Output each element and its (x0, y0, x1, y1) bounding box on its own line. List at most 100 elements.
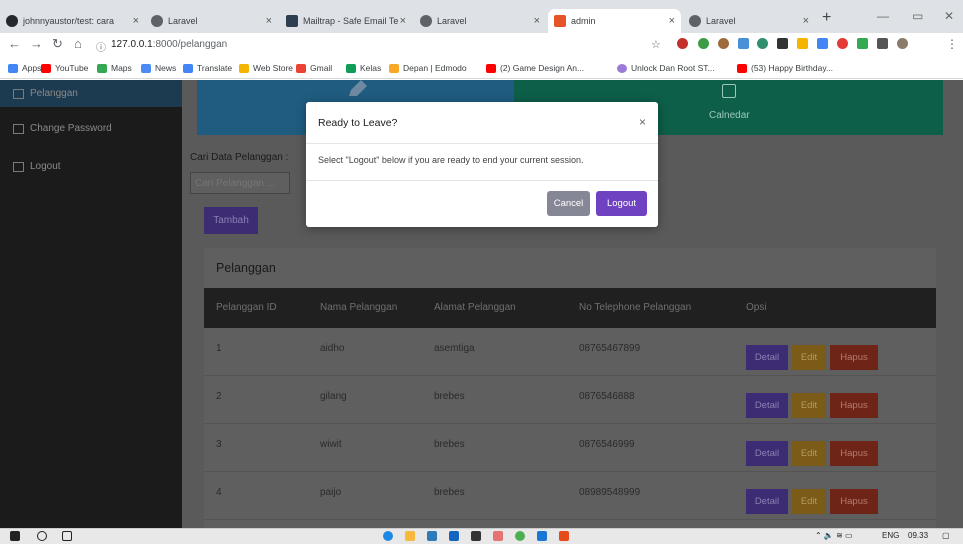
sidebar-item-pelanggan[interactable]: Pelanggan (13, 88, 78, 99)
tab-github[interactable]: johnnyaustor/test: cara × (0, 9, 145, 33)
file-explorer-icon[interactable] (405, 531, 415, 541)
detail-button[interactable]: Detail (746, 393, 788, 418)
youtube-icon (737, 63, 747, 73)
divider (306, 180, 658, 181)
lock-app-icon[interactable] (471, 531, 481, 541)
cell-id: 4 (216, 487, 222, 498)
close-icon[interactable]: × (639, 115, 646, 129)
cell-id: 2 (216, 391, 222, 402)
extension-icon[interactable] (718, 38, 729, 49)
close-icon[interactable]: × (669, 15, 675, 27)
edge-icon[interactable] (383, 531, 393, 541)
delete-button[interactable]: Hapus (830, 345, 878, 370)
delete-button[interactable]: Hapus (830, 489, 878, 514)
sidebar-item-change-password[interactable]: Change Password (13, 123, 112, 134)
tab-laravel-3[interactable]: Laravel × (683, 9, 815, 33)
delete-button[interactable]: Hapus (830, 441, 878, 466)
tab-admin[interactable]: admin × (548, 9, 681, 33)
close-icon[interactable]: × (266, 15, 272, 27)
bookmark-unlock-root[interactable]: Unlock Dan Root ST... (617, 63, 715, 73)
url-host: 127.0.0.1 (111, 39, 153, 50)
detail-button[interactable]: Detail (746, 345, 788, 370)
extension-icon[interactable] (738, 38, 749, 49)
back-icon[interactable]: ← (8, 36, 21, 51)
app-icon[interactable] (449, 531, 459, 541)
logout-button[interactable]: Logout (596, 191, 647, 216)
input-language[interactable]: ENG (882, 531, 899, 540)
store-icon[interactable] (427, 531, 437, 541)
edit-button[interactable]: Edit (792, 489, 826, 514)
panel-title: Pelanggan (216, 261, 276, 275)
edit-button[interactable]: Edit (792, 393, 826, 418)
extension-icon[interactable] (797, 38, 808, 49)
forward-icon[interactable]: → (30, 36, 43, 51)
home-icon[interactable]: ⌂ (74, 36, 82, 51)
bookmark-news[interactable]: News (141, 63, 176, 73)
profile-avatar[interactable] (897, 38, 908, 49)
extension-icon[interactable] (777, 38, 788, 49)
app-icon[interactable] (493, 531, 503, 541)
extension-icon[interactable] (817, 38, 828, 49)
tray-icons[interactable]: ⌃ 🔈 ≋ ▭ (815, 531, 853, 540)
vscode-icon[interactable] (537, 531, 547, 541)
sidebar-item-logout[interactable]: Logout (13, 161, 61, 172)
globe-icon (151, 15, 163, 27)
url-field[interactable]: 127.0.0.1:8000/pelanggan (111, 39, 227, 50)
close-icon[interactable]: × (803, 15, 809, 27)
delete-button[interactable]: Hapus (830, 393, 878, 418)
cell-alamat: brebes (434, 439, 465, 450)
bookmark-kelas[interactable]: Kelas (346, 63, 381, 73)
bookmark-happy-birthday[interactable]: (53) Happy Birthday... (737, 63, 833, 73)
bookmark-gmail[interactable]: Gmail (296, 63, 332, 73)
search-icon[interactable] (37, 531, 47, 541)
app-icon[interactable] (559, 531, 569, 541)
tab-laravel-2[interactable]: Laravel × (414, 9, 546, 33)
bookmark-game-design[interactable]: (2) Game Design An... (486, 63, 584, 73)
bookmark-web-store[interactable]: Web Store (239, 63, 293, 73)
bookmark-maps[interactable]: Maps (97, 63, 132, 73)
kebab-menu-icon[interactable]: ⋮ (946, 37, 958, 51)
detail-button[interactable]: Detail (746, 489, 788, 514)
bookmark-edmodo[interactable]: Depan | Edmodo (389, 63, 467, 73)
task-view-icon[interactable] (62, 531, 72, 541)
bookmark-youtube[interactable]: YouTube (41, 63, 88, 73)
tab-laravel-1[interactable]: Laravel × (145, 9, 278, 33)
bookmark-translate[interactable]: Translate (183, 63, 232, 73)
chrome-icon[interactable] (515, 531, 525, 541)
edit-button[interactable]: Edit (792, 345, 826, 370)
clock[interactable]: 09.33 (908, 531, 928, 540)
extension-icon[interactable] (837, 38, 848, 49)
edmodo-icon (389, 63, 399, 73)
bookmark-label: Web Store (253, 63, 294, 73)
cell-telp: 08989548999 (579, 487, 641, 498)
reload-icon[interactable]: ↻ (52, 36, 63, 52)
close-icon[interactable]: × (133, 15, 139, 27)
extension-icon[interactable] (757, 38, 768, 49)
minimize-icon[interactable]: — (877, 9, 889, 23)
ublock-icon[interactable] (677, 38, 688, 49)
close-icon[interactable]: × (534, 15, 540, 27)
table-icon (13, 161, 24, 172)
cell-telp: 0876546888 (579, 391, 635, 402)
tab-title: admin (571, 16, 596, 26)
youtube-icon (486, 63, 496, 73)
bookmark-apps[interactable]: Apps (8, 63, 41, 73)
cell-telp: 08765467899 (579, 343, 641, 354)
detail-button[interactable]: Detail (746, 441, 788, 466)
window-close-icon[interactable]: ✕ (944, 9, 954, 23)
cancel-button[interactable]: Cancel (547, 191, 590, 216)
tab-mailtrap[interactable]: Mailtrap - Safe Email Te × (280, 9, 412, 33)
windows-start-icon[interactable] (10, 531, 20, 541)
notification-icon[interactable]: ▢ (942, 531, 950, 540)
news-icon (141, 63, 151, 73)
extension-icon[interactable] (698, 38, 709, 49)
edit-button[interactable]: Edit (792, 441, 826, 466)
search-input[interactable] (190, 172, 290, 194)
close-icon[interactable]: × (400, 15, 406, 27)
add-button[interactable]: Tambah (204, 207, 258, 234)
star-icon[interactable]: ☆ (651, 38, 661, 51)
maximize-icon[interactable]: ▭ (912, 9, 923, 23)
puzzle-icon[interactable] (877, 38, 888, 49)
new-tab-button[interactable]: + (822, 9, 831, 27)
extension-icon[interactable] (857, 38, 868, 49)
